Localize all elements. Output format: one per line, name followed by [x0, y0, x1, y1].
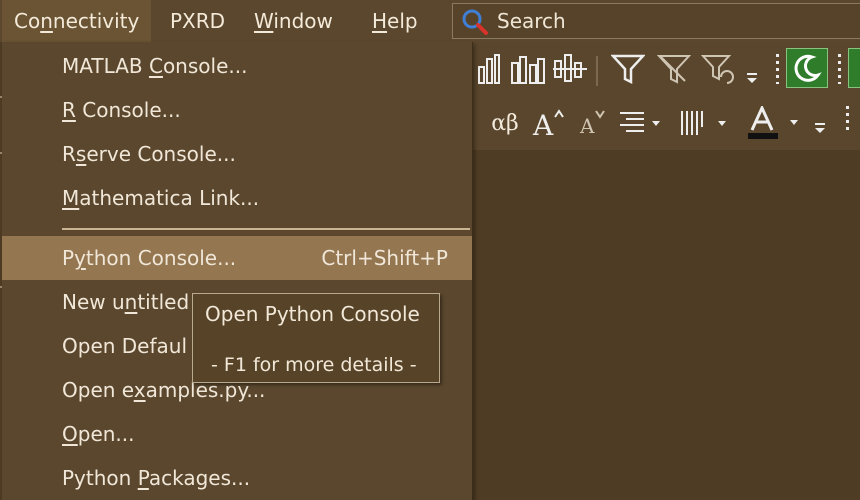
increase-font-icon[interactable]: A: [530, 106, 566, 140]
menu-item-label: Rserve Console...: [62, 142, 236, 166]
toolbar-grip[interactable]: [838, 54, 841, 84]
tooltip-hint: - F1 for more details -: [211, 354, 417, 376]
menu-item-open[interactable]: Open...: [2, 412, 472, 456]
search-label: Search: [497, 9, 566, 33]
filter-off-icon[interactable]: [656, 52, 692, 86]
menu-item-label: Open Defaul: [62, 334, 188, 358]
filter-icon[interactable]: [610, 52, 646, 86]
svg-text:A: A: [532, 109, 554, 139]
search-box[interactable]: Search: [452, 3, 860, 39]
floating-column-icon[interactable]: [552, 52, 588, 86]
decrease-font-icon[interactable]: A: [576, 106, 606, 140]
menu-help[interactable]: Help: [360, 0, 430, 42]
toolbar-row-1: [472, 42, 860, 94]
align-icon[interactable]: [618, 106, 662, 140]
toolbar-separator: [596, 56, 598, 86]
menu-item-python-packages[interactable]: Python Packages...: [2, 456, 472, 500]
tooltip-title: Open Python Console: [205, 302, 420, 326]
menu-item-python-console[interactable]: Python Console... Ctrl+Shift+P: [2, 236, 472, 280]
toolbar-grip[interactable]: [776, 54, 779, 84]
dark-mode-icon[interactable]: [786, 48, 828, 88]
connectivity-dropdown: MATLAB Console... R Console... Rserve Co…: [2, 42, 473, 500]
column-chart-icon[interactable]: [476, 52, 502, 86]
menu-item-label: R Console...: [62, 98, 181, 122]
svg-text:A: A: [579, 114, 595, 138]
column-format-icon[interactable]: [678, 106, 728, 140]
menu-item-shortcut: Ctrl+Shift+P: [321, 246, 448, 270]
menu-item-mathematica-link[interactable]: Mathematica Link...: [2, 176, 472, 220]
menu-divider: [62, 228, 470, 230]
menu-window[interactable]: Window: [242, 0, 345, 42]
menu-item-label: New untitled: [62, 290, 190, 314]
menu-item-label: MATLAB Console...: [62, 54, 248, 78]
search-icon: [462, 9, 488, 35]
font-color-icon[interactable]: [746, 106, 800, 140]
menu-item-label: Python Console...: [62, 246, 237, 270]
python-console-tooltip: Open Python Console - F1 for more detail…: [192, 293, 440, 383]
filter-reapply-icon[interactable]: [700, 52, 736, 86]
menu-item-r-console[interactable]: R Console...: [2, 88, 472, 132]
toolbar-row-2: αβ A A: [472, 96, 860, 148]
menu-item-label: Open...: [62, 422, 135, 446]
menu-item-matlab-console[interactable]: MATLAB Console...: [2, 44, 472, 88]
overflow-icon[interactable]: [812, 118, 828, 138]
menu-item-rserve-console[interactable]: Rserve Console...: [2, 132, 472, 176]
menu-connectivity[interactable]: Connectivity: [2, 0, 152, 42]
menu-item-label: Mathematica Link...: [62, 186, 260, 210]
toolbar-grip[interactable]: [846, 106, 849, 134]
menu-item-label: Python Packages...: [62, 466, 251, 490]
greek-letters-icon[interactable]: αβ: [486, 106, 524, 140]
toolbar: αβ A A: [472, 42, 860, 150]
menu-pxrd[interactable]: PXRD: [158, 0, 237, 42]
overflow-icon[interactable]: [744, 68, 760, 88]
frame-icon[interactable]: [848, 48, 860, 88]
menu-bar: Connectivity PXRD Window Help Search: [0, 0, 860, 42]
grouped-column-chart-icon[interactable]: [508, 52, 548, 86]
